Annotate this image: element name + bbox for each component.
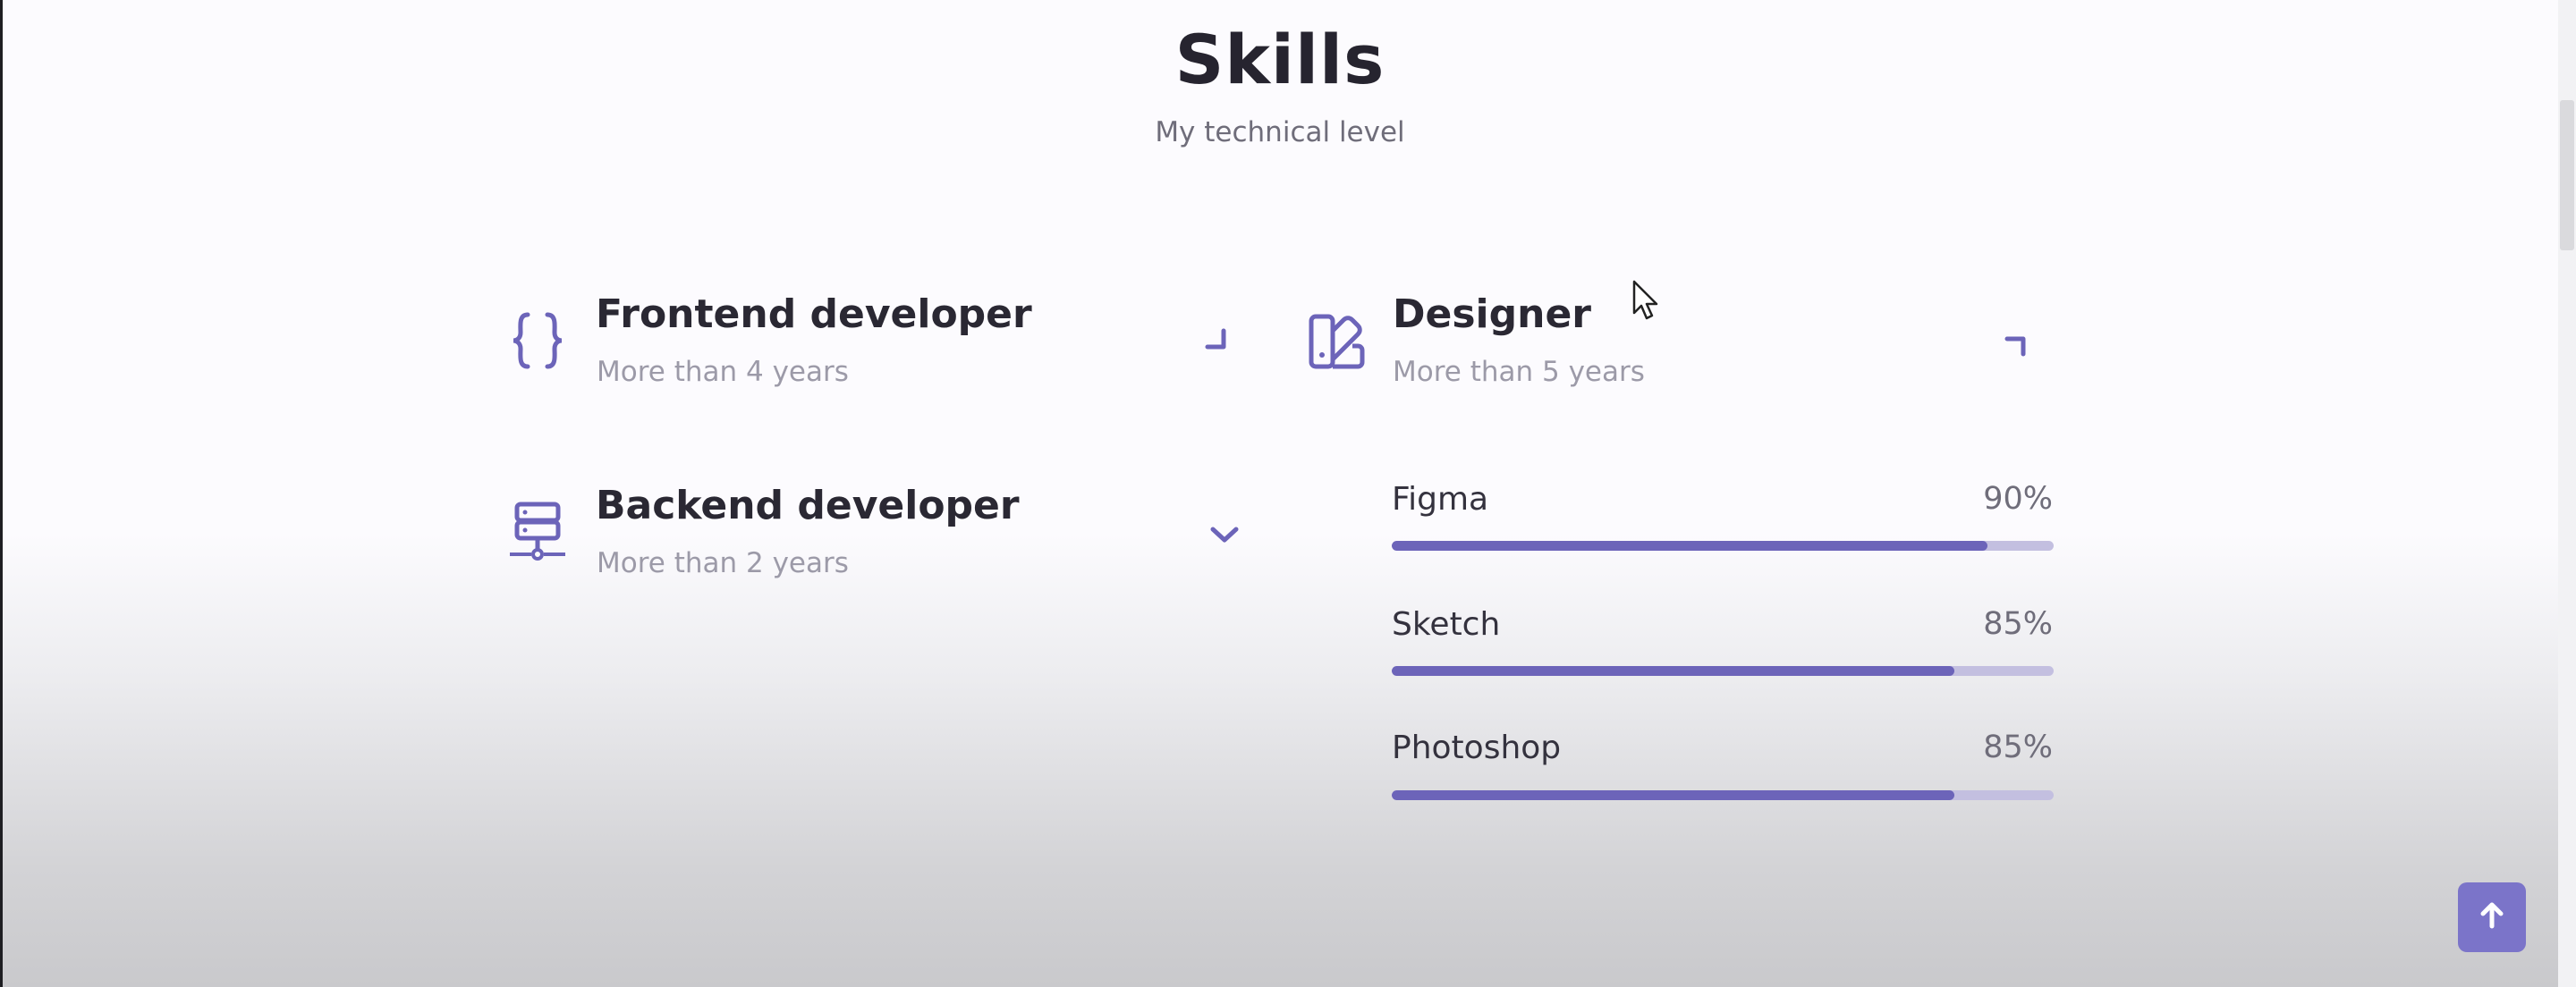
skill-bar-name: Photoshop bbox=[1392, 730, 1562, 766]
skill-bar-percent: 90% bbox=[1983, 481, 2053, 517]
scrollbar[interactable] bbox=[2558, 0, 2576, 987]
chevron-corner-icon[interactable] bbox=[2004, 334, 2030, 365]
skill-bar-track bbox=[1392, 790, 2054, 800]
chevron-down-icon[interactable] bbox=[1209, 524, 1240, 549]
swatchbook-icon bbox=[1306, 311, 1368, 377]
skill-bar-fill bbox=[1392, 790, 1954, 800]
skill-bar-fill bbox=[1392, 666, 1954, 676]
arrow-up-icon bbox=[2477, 900, 2507, 934]
skill-bar-name: Figma bbox=[1392, 481, 1489, 518]
section-title: Skills bbox=[1174, 20, 1385, 99]
code-braces-icon bbox=[506, 309, 569, 375]
skill-bar-name: Sketch bbox=[1392, 606, 1501, 643]
server-icon bbox=[508, 501, 571, 569]
scroll-up-button[interactable] bbox=[2458, 882, 2526, 952]
section-subtitle: My technical level bbox=[1155, 116, 1405, 148]
skill-title: Frontend developer bbox=[596, 291, 1032, 337]
scrollbar-thumb[interactable] bbox=[2560, 100, 2574, 250]
skill-bar-track bbox=[1392, 666, 2054, 676]
skill-title: Designer bbox=[1393, 291, 1591, 337]
skill-bar-fill bbox=[1392, 541, 1987, 551]
skill-subtitle: More than 5 years bbox=[1393, 356, 1645, 388]
skill-bar-percent: 85% bbox=[1983, 730, 2053, 765]
skill-subtitle: More than 4 years bbox=[597, 356, 849, 388]
chevron-corner-icon[interactable] bbox=[1204, 327, 1231, 358]
skill-title: Backend developer bbox=[596, 483, 1020, 528]
skill-subtitle: More than 2 years bbox=[597, 547, 849, 579]
skill-bar-percent: 85% bbox=[1983, 606, 2053, 642]
skill-bar-track bbox=[1392, 541, 2054, 551]
mouse-cursor-icon bbox=[1631, 279, 1660, 325]
